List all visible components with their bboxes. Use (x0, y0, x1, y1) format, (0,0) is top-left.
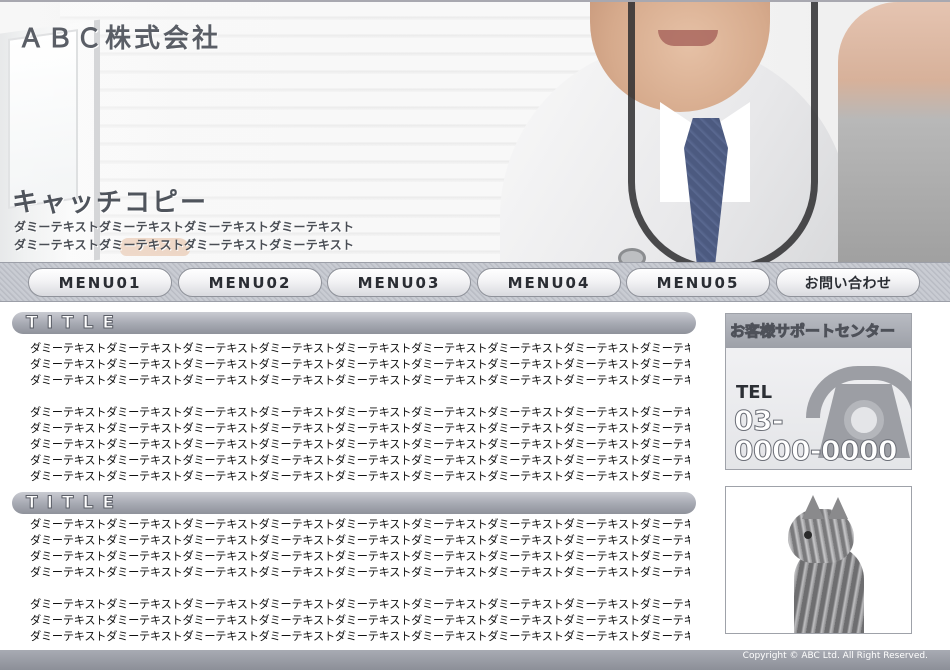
section-2-paragraph-2: ダミーテキストダミーテキストダミーテキストダミーテキストダミーテキストダミーテキ… (30, 597, 690, 645)
section-title-bar-1: TITLE (12, 312, 696, 334)
text-line: ダミーテキストダミーテキストダミーテキストダミーテキストダミーテキストダミーテキ… (30, 630, 690, 643)
nav-contact-button[interactable]: お問い合わせ (776, 268, 920, 297)
section-2-paragraph-1: ダミーテキストダミーテキストダミーテキストダミーテキストダミーテキストダミーテキ… (30, 517, 690, 581)
text-line: ダミーテキストダミーテキストダミーテキストダミーテキストダミーテキストダミーテキ… (30, 470, 690, 483)
kitten-ear-left-image (802, 495, 824, 519)
text-line: ダミーテキストダミーテキストダミーテキストダミーテキストダミーテキストダミーテキ… (30, 438, 690, 451)
text-line: ダミーテキストダミーテキストダミーテキストダミーテキストダミーテキストダミーテキ… (30, 422, 690, 435)
tel-number-line-2: 0000-0000 (734, 434, 898, 467)
header-subtext-line-2: ダミーテキストダミーテキストダミーテキストダミーテキスト (14, 238, 355, 252)
global-nav: MENU01 MENU02 MENU03 MENU04 MENU05 お問い合わ… (0, 262, 950, 302)
footer: Copyright © ABC Ltd. All Right Reserved. (0, 650, 950, 670)
text-line: ダミーテキストダミーテキストダミーテキストダミーテキストダミーテキストダミーテキ… (30, 534, 690, 547)
text-line: ダミーテキストダミーテキストダミーテキストダミーテキストダミーテキストダミーテキ… (30, 454, 690, 467)
support-center-banner[interactable]: お客様サポートセンター TEL 03- 0000-0000 (725, 313, 912, 470)
header-subtext-line-1: ダミーテキストダミーテキストダミーテキストダミーテキスト (14, 220, 355, 234)
section-1-paragraph-2: ダミーテキストダミーテキストダミーテキストダミーテキストダミーテキストダミーテキ… (30, 405, 690, 485)
text-line: ダミーテキストダミーテキストダミーテキストダミーテキストダミーテキストダミーテキ… (30, 358, 690, 371)
section-title-2: TITLE (26, 493, 123, 514)
text-line: ダミーテキストダミーテキストダミーテキストダミーテキストダミーテキストダミーテキ… (30, 614, 690, 627)
kitten-eye-image (804, 531, 812, 539)
support-center-title: お客様サポートセンター (729, 322, 896, 341)
text-line: ダミーテキストダミーテキストダミーテキストダミーテキストダミーテキストダミーテキ… (30, 374, 690, 387)
section-1-paragraph-1: ダミーテキストダミーテキストダミーテキストダミーテキストダミーテキストダミーテキ… (30, 341, 690, 389)
nav-menu03-button[interactable]: MENU03 (327, 268, 471, 297)
section-title-bar-2: TITLE (12, 492, 696, 514)
tel-number: 03- 0000-0000 (734, 404, 910, 467)
tel-number-line-1: 03- (734, 404, 785, 437)
text-line: ダミーテキストダミーテキストダミーテキストダミーテキストダミーテキストダミーテキ… (30, 406, 690, 419)
text-line: ダミーテキストダミーテキストダミーテキストダミーテキストダミーテキストダミーテキ… (30, 566, 690, 579)
text-line: ダミーテキストダミーテキストダミーテキストダミーテキストダミーテキストダミーテキ… (30, 598, 690, 611)
text-line: ダミーテキストダミーテキストダミーテキストダミーテキストダミーテキストダミーテキ… (30, 342, 690, 355)
company-logo[interactable]: ＡＢＣ株式会社 (18, 18, 221, 55)
nav-menu05-button[interactable]: MENU05 (626, 268, 770, 297)
section-title-1: TITLE (26, 313, 123, 334)
nav-menu04-button[interactable]: MENU04 (477, 268, 621, 297)
text-line: ダミーテキストダミーテキストダミーテキストダミーテキストダミーテキストダミーテキ… (30, 518, 690, 531)
kitten-photo-banner[interactable] (725, 486, 912, 634)
kitten-ear-right-image (828, 497, 848, 519)
copyright-text: Copyright © ABC Ltd. All Right Reserved. (742, 651, 928, 661)
nav-menu01-button[interactable]: MENU01 (28, 268, 172, 297)
text-line: ダミーテキストダミーテキストダミーテキストダミーテキストダミーテキストダミーテキ… (30, 550, 690, 563)
nav-menu02-button[interactable]: MENU02 (178, 268, 322, 297)
tel-label: TEL (736, 382, 773, 403)
catch-copy: キャッチコピー (12, 188, 209, 218)
header-banner: ＡＢＣ株式会社 キャッチコピー ダミーテキストダミーテキストダミーテキストダミー… (0, 0, 950, 262)
